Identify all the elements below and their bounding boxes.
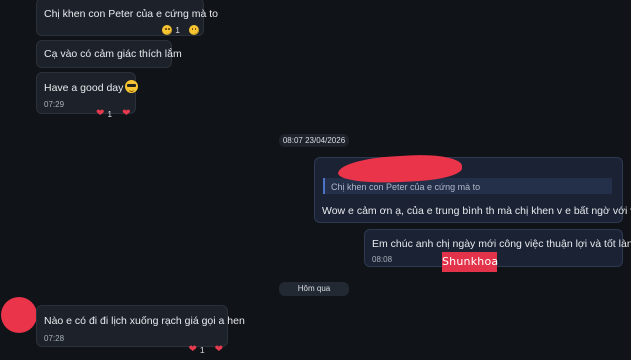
red-heart-icon: ❤ bbox=[96, 108, 105, 119]
red-heart-icon: ❤ bbox=[188, 344, 197, 355]
message-text: Chị khen con Peter của e cứng mà to bbox=[44, 8, 218, 20]
red-heart-icon[interactable]: ❤ bbox=[215, 345, 223, 355]
message-time: 08:08 bbox=[372, 255, 393, 264]
grinning-sweat-emoji-icon[interactable] bbox=[189, 25, 199, 35]
message-bubble[interactable]: Nào e có đi đi lịch xuống rạch giá gọi a… bbox=[36, 305, 245, 355]
message-time: 07:29 bbox=[44, 100, 65, 109]
avatar[interactable] bbox=[1, 297, 37, 333]
reaction-count: 1 bbox=[175, 25, 180, 35]
message-bubble[interactable]: Chị khen con Peter của e cứng mà to 1 bbox=[36, 0, 218, 37]
datetime-separator: 08:07 23/04/2026 bbox=[279, 134, 349, 147]
message-text: Em chúc anh chị ngày mới công việc thuận… bbox=[372, 238, 631, 250]
reaction-bar[interactable]: 1 bbox=[162, 23, 199, 37]
message-bubble[interactable]: Cạ vào có cảm giác thích lắm bbox=[36, 40, 182, 68]
quoted-text: Chị khen con Peter của e cứng mà to bbox=[331, 182, 481, 192]
reaction-bar[interactable]: ❤ 1 ❤ bbox=[188, 343, 223, 357]
reaction-count: 1 bbox=[107, 109, 113, 119]
reaction-bar[interactable]: ❤ 1 ❤ bbox=[96, 108, 131, 120]
message-bubble[interactable]: Have a good day 07:29 bbox=[36, 72, 139, 114]
message-text: Cạ vào có cảm giác thích lắm bbox=[44, 48, 182, 60]
message-time: 07:28 bbox=[44, 334, 65, 343]
reaction-count: 1 bbox=[199, 345, 205, 355]
day-separator: Hôm qua bbox=[279, 282, 349, 296]
grinning-sweat-emoji-icon bbox=[162, 25, 173, 35]
red-heart-icon[interactable]: ❤ bbox=[122, 109, 130, 119]
watermark-label: Shunkhoa bbox=[442, 252, 498, 272]
message-text: Nào e có đi đi lịch xuống rạch giá gọi a… bbox=[44, 315, 245, 327]
sunglasses-emoji-icon bbox=[125, 80, 139, 93]
message-text: Wow e cảm ơn ạ, của e trung bình th mà c… bbox=[322, 205, 631, 217]
message-text: Have a good day bbox=[44, 80, 139, 95]
